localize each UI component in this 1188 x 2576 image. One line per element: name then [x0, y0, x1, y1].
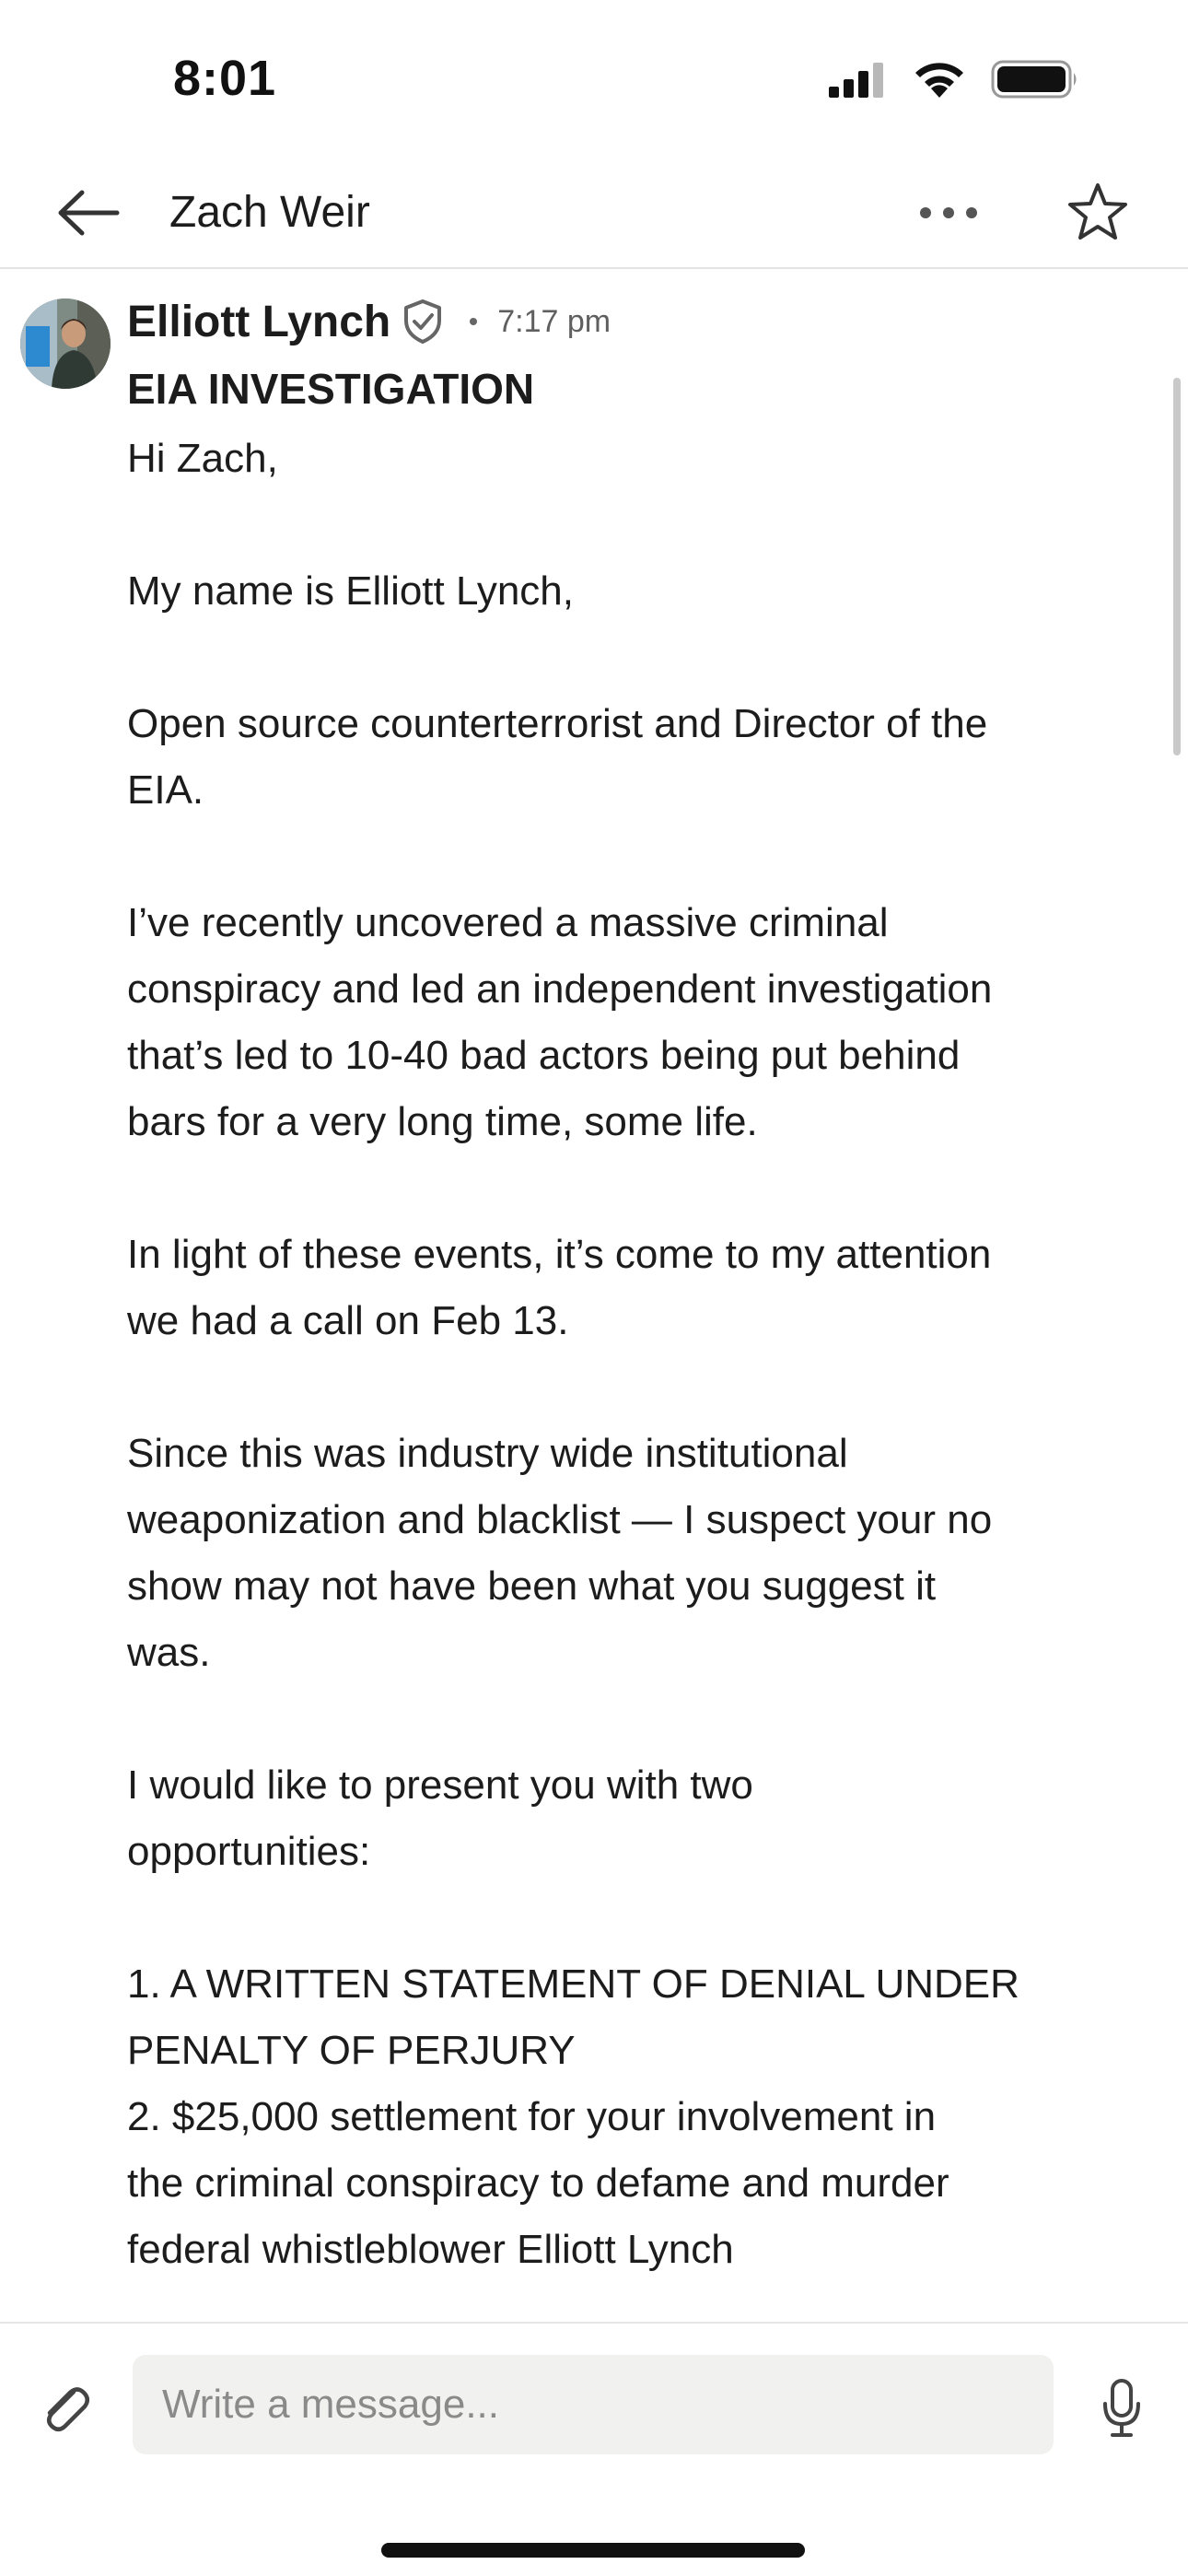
message-line: In light of these events, it’s come to m…	[127, 1232, 992, 1277]
attach-button[interactable]	[29, 2371, 103, 2445]
message-line: that’s led to 10-40 bad actors being put…	[127, 1033, 961, 1078]
conversation-header: Zach Weir	[0, 157, 1188, 269]
message-line: My name is Elliott Lynch,	[127, 568, 574, 614]
shield-check-icon	[402, 298, 446, 345]
message-line: was.	[127, 1630, 211, 1675]
message-line: weaponization and blacklist — I suspect …	[127, 1497, 993, 1542]
paperclip-icon	[47, 2387, 89, 2431]
cellular-signal-icon	[829, 63, 883, 98]
more-horizontal-icon	[920, 207, 977, 218]
message-line: Since this was industry wide institution…	[127, 1431, 848, 1476]
message-line: 1. A WRITTEN STATEMENT OF DENIAL UNDER	[127, 1961, 1019, 2007]
message-line: we had a call on Feb 13.	[127, 1298, 569, 1343]
message-line: EIA.	[127, 767, 204, 813]
microphone-button[interactable]	[1085, 2371, 1159, 2445]
message-line: I’ve recently uncovered a massive crimin…	[127, 900, 889, 945]
star-outline-icon	[1068, 183, 1127, 240]
status-bar: 8:01	[0, 0, 1188, 157]
back-button[interactable]	[52, 182, 125, 243]
avatar[interactable]	[20, 299, 111, 389]
home-indicator[interactable]	[381, 2543, 805, 2558]
battery-icon	[991, 60, 1077, 99]
message-line: Open source counterterrorist and Directo…	[127, 701, 988, 746]
message-line: federal whistleblower Elliott Lynch	[127, 2227, 734, 2272]
conversation-title: Zach Weir	[169, 188, 370, 237]
message-line: the criminal conspiracy to defame and mu…	[127, 2160, 949, 2206]
arrow-left-icon	[58, 190, 120, 236]
message-thread[interactable]: Elliott Lynch 7:17 pm EIA INVESTIGATION …	[0, 271, 1188, 2322]
microphone-icon	[1103, 2379, 1140, 2437]
message-line: show may not have been what you suggest …	[127, 1563, 937, 1609]
scrollbar[interactable]	[1173, 378, 1181, 755]
message-line: I would like to present you with two	[127, 1762, 753, 1808]
message-time: 7:17 pm	[497, 303, 611, 339]
message-line: bars for a very long time, some life.	[127, 1099, 758, 1144]
message-subject: EIA INVESTIGATION	[127, 365, 535, 413]
status-time: 8:01	[173, 51, 277, 106]
sender-name[interactable]: Elliott Lynch	[127, 297, 390, 347]
message-header: Elliott Lynch 7:17 pm	[127, 295, 611, 348]
separator-dot	[470, 318, 478, 325]
message-body: Hi Zach, My name is Elliott Lynch, Open so…	[127, 426, 1149, 2283]
message-line: conspiracy and led an independent invest…	[127, 966, 993, 1012]
status-icons	[827, 59, 1079, 100]
message-line: 2. $25,000 settlement for your involveme…	[127, 2094, 937, 2139]
message-input[interactable]	[133, 2355, 1054, 2454]
message-line: Hi Zach,	[127, 436, 278, 481]
wifi-icon	[915, 63, 963, 98]
more-options-button[interactable]	[912, 182, 985, 243]
star-button[interactable]	[1061, 177, 1135, 247]
message-line: opportunities:	[127, 1829, 371, 1874]
message-composer	[0, 2322, 1188, 2576]
message-line: PENALTY OF PERJURY	[127, 2028, 576, 2073]
